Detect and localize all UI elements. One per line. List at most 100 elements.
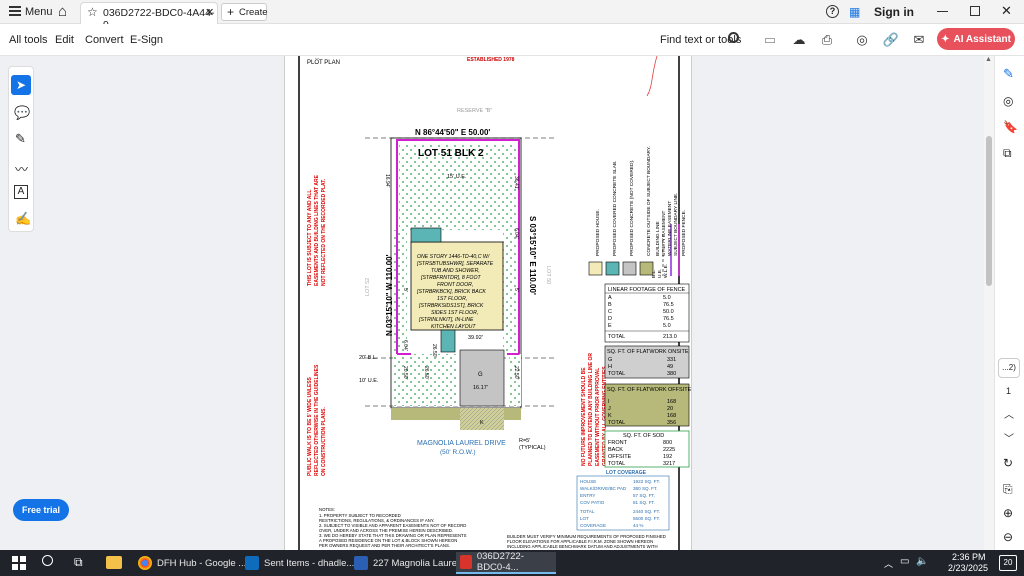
taskbar-search-icon[interactable] (42, 555, 53, 566)
ai-sparkle-icon: ✦ (941, 33, 950, 45)
help-icon[interactable]: ? (826, 5, 839, 18)
svg-text:UTILITY EASEMENT: UTILITY EASEMENT (661, 210, 667, 256)
svg-text:SUBJECT BOUNDARY LINE.: SUBJECT BOUNDARY LINE. (673, 193, 679, 256)
svg-text:LINEAR FOOTAGE OF FENCE: LINEAR FOOTAGE OF FENCE (608, 287, 686, 293)
svg-text:OFFSITE: OFFSITE (608, 454, 632, 460)
print-icon[interactable]: ⎙ (817, 30, 837, 50)
scroll-up-icon[interactable]: ▲ (985, 56, 992, 63)
tab-close-icon[interactable]: ✕ (205, 6, 214, 19)
notification-count: 20 (1003, 558, 1013, 567)
svg-text:76.5: 76.5 (663, 316, 674, 322)
apps-grid-icon[interactable]: ▦ (849, 5, 860, 19)
taskbar-app-outlook[interactable]: Sent Items - dhadle... (241, 552, 358, 574)
upload-cloud-icon[interactable]: ☁ (789, 30, 809, 50)
scrollbar-thumb[interactable] (986, 136, 992, 286)
dim-6: 22.50' (513, 366, 519, 380)
menu-esign[interactable]: E-Sign (130, 34, 163, 46)
svg-text:380: 380 (667, 371, 676, 377)
left-red-note: THIS LOT IS SUBJECT TO ANY AND ALL EASEM… (307, 174, 327, 286)
notes: NOTES: 1. PROPERTY SUBJECT TO RECORDED R… (319, 507, 467, 548)
home-icon[interactable]: ⌂ (58, 3, 67, 20)
notification-badge[interactable]: 20 (999, 555, 1017, 571)
clock-date[interactable]: 2/23/2025 (948, 563, 988, 573)
sign-pen-icon[interactable]: ✍ (15, 211, 31, 227)
comment-search-icon[interactable]: ◎ (852, 30, 872, 50)
link-icon[interactable]: 🔗 (881, 30, 901, 50)
free-trial-button[interactable]: Free trial (13, 499, 69, 521)
windows-start-icon[interactable] (12, 556, 26, 570)
chevron-down-icon[interactable]: ﹀ (1004, 430, 1014, 445)
pages-icon[interactable]: ⧉ (1003, 146, 1012, 161)
established-text: ESTABLISHED 1978 (467, 57, 515, 63)
select-cursor-icon[interactable]: ➤ (11, 75, 31, 95)
svg-text:168: 168 (667, 399, 676, 405)
svg-text:TOTAL: TOTAL (608, 420, 625, 426)
svg-text:TUB AND SHOWER,: TUB AND SHOWER, (431, 268, 480, 274)
add-comment-icon[interactable]: 💬 (14, 105, 30, 121)
task-view-icon[interactable]: ⧉ (74, 555, 83, 570)
menu-label[interactable]: Menu (25, 6, 53, 18)
rotate-icon[interactable]: ↻ (1003, 456, 1013, 470)
sign-in-button[interactable]: Sign in (874, 5, 914, 19)
search-icon[interactable] (728, 32, 739, 43)
flatwork-onsite-table: SQ. FT. OF FLATWORK ONSITE G 331 H 49 TOTA… (604, 345, 690, 379)
file-explorer-icon[interactable] (106, 556, 122, 569)
create-button[interactable]: + Create (221, 3, 268, 21)
svg-text:J: J (608, 406, 611, 412)
dim-2: 36.41' (513, 176, 519, 190)
svg-text:ENTRY: ENTRY (580, 493, 596, 498)
svg-text:PROPOSED COVERED CONCRETE SLAB: PROPOSED COVERED CONCRETE SLAB. (612, 161, 618, 256)
network-icon[interactable]: ▭ (900, 556, 909, 567)
svg-text:PROPOSED HOUSE.: PROPOSED HOUSE. (595, 209, 601, 256)
svg-text:5.0: 5.0 (663, 295, 671, 301)
flatwork-offsite-table: SQ. FT. OF FLATWORK OFFSITE I 168 J 20 K 16… (604, 383, 691, 427)
taskbar-app-label: Sent Items - dhadle... (264, 557, 355, 569)
zoom-in-icon[interactable]: ⊕ (1003, 506, 1013, 520)
minimize-icon[interactable] (937, 11, 948, 12)
page-indicator[interactable]: ...2) (998, 358, 1020, 378)
svg-text:331: 331 (667, 357, 676, 363)
svg-text:G: G (608, 357, 612, 363)
ai-assistant-label: AI Assistant (953, 33, 1011, 45)
draw-freehand-icon[interactable]: 〰 (15, 159, 28, 178)
svg-text:KITCHEN LAYOUT: KITCHEN LAYOUT (431, 324, 476, 330)
menu-convert[interactable]: Convert (85, 34, 124, 46)
page-indicator-text: ...2) (1002, 363, 1016, 372)
radius-typical: (TYPICAL) (519, 445, 546, 451)
chevron-up-icon[interactable]: ︿ (1004, 406, 1014, 421)
taskbar-app-chrome[interactable]: DFH Hub - Google ... (134, 552, 250, 574)
svg-text:B.L.: B.L. (651, 269, 657, 278)
svg-text:COVERAGE: COVERAGE (580, 523, 606, 528)
save-copy-icon[interactable]: ⎘ (1003, 482, 1013, 497)
text-box-icon[interactable]: A (14, 185, 28, 199)
svg-text:CONCRETE OUTSIDE OF SUBJECT BO: CONCRETE OUTSIDE OF SUBJECT BOUNDARY. (646, 146, 652, 256)
menu-all-tools[interactable]: All tools (9, 34, 48, 46)
highlight-pen-icon[interactable]: ✎ (15, 131, 26, 147)
svg-text:3217: 3217 (663, 461, 675, 467)
bookmark-icon[interactable]: 🔖 (1003, 120, 1018, 134)
taskbar-app-acrobat[interactable]: 036D2722-BDC0-4... (456, 551, 556, 574)
edit-pdf-icon[interactable]: ✎ (1003, 66, 1014, 82)
vertical-scrollbar[interactable]: ▲ (984, 56, 994, 550)
left-red-note-2: PUBLIC WALK IS TO BE 5' WIDE UNLESS REFL… (307, 364, 327, 476)
zoom-out-icon[interactable]: ⊖ (1003, 530, 1013, 544)
tray-chevron-icon[interactable]: ︿ (884, 557, 893, 570)
save-icon[interactable]: ▭ (760, 30, 780, 50)
star-icon[interactable]: ☆ (87, 5, 98, 19)
document-tab[interactable]: ☆ 036D2722-BDC0-4A44-9... ✕ (80, 2, 218, 31)
maximize-icon[interactable] (970, 6, 980, 16)
quick-tools-panel: ➤ 💬 ✎ 〰 A ✍ (8, 66, 34, 232)
clock-time[interactable]: 2:36 PM (952, 552, 986, 562)
volume-icon[interactable]: 🔈 (916, 556, 928, 567)
email-icon[interactable]: ✉ (909, 30, 929, 50)
taskbar-app-word[interactable]: 227 Magnolia Laure... (350, 552, 469, 574)
ai-assistant-button[interactable]: ✦ AI Assistant (937, 28, 1015, 50)
svg-text:5500 SQ. FT.: 5500 SQ. FT. (633, 516, 660, 521)
svg-text:NO FUTURE IMPROVEMENT SHOULD B: NO FUTURE IMPROVEMENT SHOULD BE (581, 367, 587, 466)
garage-dim: 16.17' (473, 385, 488, 391)
comment-icon[interactable]: ◎ (1003, 94, 1013, 108)
close-window-icon[interactable]: ✕ (1001, 3, 1012, 19)
menu-edit[interactable]: Edit (55, 34, 74, 46)
menu-icon[interactable] (9, 6, 21, 16)
coverage-table: HOUSE 1922 SQ. FT. WALK/DRIVE/BC PAD 380 S… (576, 475, 670, 531)
